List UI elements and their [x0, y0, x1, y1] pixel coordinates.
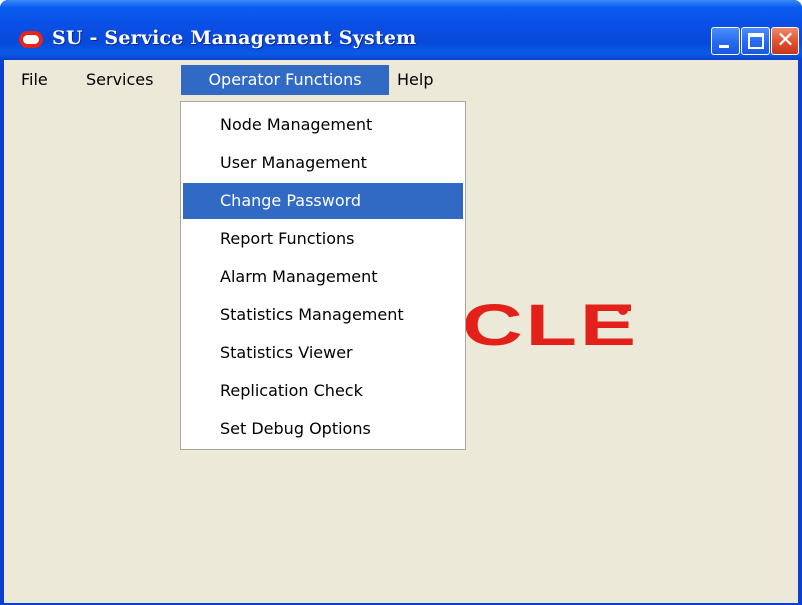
menu-item-set-debug-options[interactable]: Set Debug Options — [183, 411, 463, 447]
client-area: File Services Operator Functions Help CL… — [4, 60, 798, 605]
maximize-icon — [748, 33, 764, 49]
registered-mark-icon — [618, 305, 628, 315]
maximize-button[interactable] — [741, 27, 770, 55]
close-button[interactable]: ✕ — [771, 27, 799, 55]
title-bar[interactable]: SU - Service Management System ✕ — [0, 0, 802, 60]
app-window: SU - Service Management System ✕ File Se… — [0, 0, 802, 605]
menu-operator-functions[interactable]: Operator Functions — [181, 65, 389, 95]
window-title: SU - Service Management System — [52, 27, 417, 49]
menu-item-alarm-management[interactable]: Alarm Management — [183, 259, 463, 295]
menu-item-replication-check[interactable]: Replication Check — [183, 373, 463, 409]
oracle-app-icon — [19, 31, 43, 48]
menu-file[interactable]: File — [21, 65, 48, 95]
menu-item-statistics-viewer[interactable]: Statistics Viewer — [183, 335, 463, 371]
operator-functions-dropdown: Node Management User Management Change P… — [180, 101, 466, 450]
menu-item-node-management[interactable]: Node Management — [183, 107, 463, 143]
close-icon: ✕ — [776, 28, 795, 53]
menu-item-change-password[interactable]: Change Password — [183, 183, 463, 219]
oracle-logo: CLE — [462, 293, 639, 358]
menu-item-user-management[interactable]: User Management — [183, 145, 463, 181]
menu-item-report-functions[interactable]: Report Functions — [183, 221, 463, 257]
menu-help[interactable]: Help — [397, 65, 433, 95]
menu-bar: File Services Operator Functions Help — [4, 60, 798, 100]
minimize-icon — [719, 45, 729, 48]
minimize-button[interactable] — [711, 27, 740, 55]
menu-services[interactable]: Services — [86, 65, 153, 95]
menu-item-statistics-management[interactable]: Statistics Management — [183, 297, 463, 333]
